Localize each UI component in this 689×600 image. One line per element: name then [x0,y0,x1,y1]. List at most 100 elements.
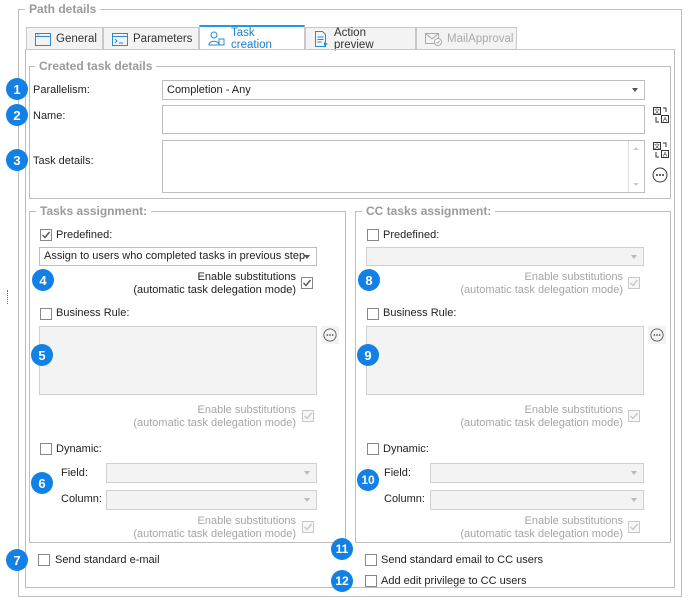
svg-text:A: A [663,152,668,159]
scroll-up-icon[interactable] [633,147,639,150]
task-details-label: Task details: [33,155,94,167]
business-rule-checkbox[interactable] [40,308,52,320]
chevron-down-icon [304,254,310,259]
parallelism-select[interactable]: Completion - Any [162,80,645,100]
column-select[interactable] [106,490,317,510]
business-rule-more-button[interactable] [321,326,339,344]
chevron-down-icon [631,254,637,259]
predefined-checkbox[interactable] [40,229,52,241]
cc-business-rule-substitution-checkbox[interactable] [628,410,640,422]
svg-text:A: A [663,117,668,124]
svg-text:文: 文 [654,107,660,115]
predefined-label: Predefined: [56,229,113,241]
substitution-label: Enable substitutions (automatic task del… [133,271,296,296]
cc-dynamic-checkbox[interactable] [367,443,379,455]
window-icon [35,32,51,46]
cc-business-rule-substitution-label: Enable substitutions (automatic task del… [460,404,623,429]
predefined-value: Assign to users who completed tasks in p… [44,250,306,262]
cc-substitution-checkbox[interactable] [628,277,640,289]
field-label: Field: [61,467,88,479]
checkmark-icon [304,523,313,531]
field-select[interactable] [106,463,317,483]
textarea-scrollbar[interactable] [628,141,644,192]
tab-general-label: General [56,33,97,45]
dynamic-substitution-checkbox[interactable] [302,521,314,533]
tab-action-preview[interactable]: Action preview [305,27,416,51]
path-details-title: Path details [25,2,101,16]
send-cc-email-label: Send standard email to CC users [381,554,544,566]
task-details-textarea[interactable] [162,140,645,193]
chevron-down-icon [304,471,310,475]
badge-3: 3 [6,149,28,171]
add-edit-privilege-checkbox[interactable] [365,575,377,587]
cc-business-rule-more-button[interactable] [648,326,666,344]
cc-business-rule-label: Business Rule: [383,307,457,319]
dynamic-label: Dynamic: [56,443,102,455]
send-cc-email-checkbox[interactable] [365,554,377,566]
mail-approval-icon [425,32,442,46]
chevron-down-icon [632,88,638,92]
tab-task-creation[interactable]: Task creation [199,25,305,51]
badge-5: 5 [31,344,53,366]
cc-column-select[interactable] [430,490,644,510]
checkmark-icon [304,412,313,420]
dynamic-checkbox[interactable] [40,443,52,455]
svg-text:文: 文 [654,142,660,150]
badge-12: 12 [331,570,353,592]
send-email-label: Send standard e-mail [55,554,160,566]
business-rule-label: Business Rule: [56,307,130,319]
badge-10: 10 [357,469,379,491]
tab-general[interactable]: General [26,27,103,50]
badge-7: 7 [6,549,28,571]
cc-tasks-assignment-title: CC tasks assignment: [362,204,496,218]
translate-icon[interactable]: 文A [653,107,669,124]
users-task-icon [208,31,226,46]
business-rule-box [39,326,317,395]
tab-parameters[interactable]: Parameters [103,27,199,50]
cc-dynamic-substitution-label: Enable substitutions (automatic task del… [460,515,623,540]
badge-8: 8 [358,269,380,291]
column-label: Column: [61,493,102,505]
tab-mail-approval-label: MailApproval [447,33,514,45]
tab-task-creation-label: Task creation [231,26,272,51]
substitution-checkbox[interactable] [301,277,313,289]
send-email-checkbox[interactable] [38,554,50,566]
document-preview-icon [314,31,329,47]
console-icon [112,32,128,46]
created-task-details-title: Created task details [35,59,157,73]
checkmark-icon [42,231,51,239]
dynamic-substitution-label: Enable substitutions (automatic task del… [133,515,296,540]
business-rule-substitution-checkbox[interactable] [302,410,314,422]
badge-4: 4 [32,269,54,291]
splitter-grip[interactable] [7,290,9,304]
badge-11: 11 [331,538,353,560]
cc-predefined-select[interactable] [366,247,644,266]
badge-2: 2 [6,104,28,126]
tasks-assignment-title: Tasks assignment: [36,204,152,218]
translate-details-icon[interactable]: 文A [653,142,669,159]
badge-1: 1 [6,78,28,100]
checkmark-icon [630,412,639,420]
cc-business-rule-checkbox[interactable] [367,308,379,320]
cc-column-label: Column: [384,493,425,505]
business-rule-substitution-label: Enable substitutions (automatic task del… [133,404,296,429]
cc-field-select[interactable] [430,463,644,483]
parallelism-value: Completion - Any [167,84,251,96]
scroll-down-icon[interactable] [633,183,639,186]
chevron-down-icon [631,471,637,475]
name-input[interactable] [162,105,645,134]
cc-business-rule-box [366,326,644,395]
more-options-details-button[interactable] [651,166,669,184]
predefined-select[interactable]: Assign to users who completed tasks in p… [39,247,317,266]
ellipsis-circle-icon [652,167,668,183]
cc-dynamic-substitution-checkbox[interactable] [628,521,640,533]
cc-substitution-label: Enable substitutions (automatic task del… [460,271,623,296]
name-label: Name: [33,110,66,122]
tab-mail-approval[interactable]: MailApproval [416,27,517,50]
badge-6: 6 [31,472,53,494]
checkmark-icon [630,523,639,531]
cc-predefined-checkbox[interactable] [367,229,379,241]
parallelism-label: Parallelism: [33,84,90,96]
checkmark-icon [303,279,312,287]
chevron-down-icon [304,498,310,502]
